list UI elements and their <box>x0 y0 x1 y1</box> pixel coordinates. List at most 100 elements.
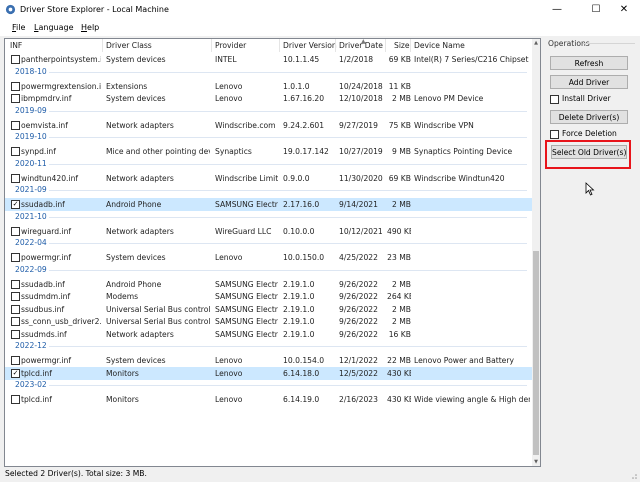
table-row[interactable]: synpd.inf Mice and other pointing devi...… <box>5 145 532 158</box>
row-checkbox[interactable] <box>11 226 20 236</box>
vertical-scrollbar[interactable]: ▲ ▼ <box>532 39 540 466</box>
table-row[interactable]: windtun420.inf Network adapters Windscribe… <box>5 172 532 185</box>
table-row[interactable]: wireguard.inf Network adapters WireGuard L… <box>5 225 532 238</box>
row-checkbox[interactable] <box>11 94 20 103</box>
group-header[interactable]: 2019-09 <box>15 106 47 115</box>
table-row[interactable]: ssudmds.inf Network adapters SAMSUNG Elect… <box>5 328 532 341</box>
driver-date-cell: 4/25/2022 <box>339 253 378 262</box>
column-provider[interactable]: Provider <box>215 41 246 50</box>
scroll-up-icon[interactable]: ▲ <box>532 39 540 47</box>
row-checkbox[interactable]: ✓ <box>11 368 20 378</box>
group-divider <box>49 216 527 218</box>
menu-bar: File Language Help <box>0 20 640 36</box>
row-checkbox[interactable] <box>11 173 20 183</box>
row-checkbox[interactable] <box>11 317 20 326</box>
table-row[interactable]: ssudadb.inf Android Phone SAMSUNG Electr..… <box>5 278 532 291</box>
group-header[interactable]: 2022-04 <box>15 238 47 247</box>
group-header[interactable]: 2023-02 <box>15 380 47 389</box>
scroll-down-icon[interactable]: ▼ <box>532 458 540 466</box>
row-checkbox[interactable] <box>11 147 20 156</box>
refresh-label: Refresh <box>574 59 604 68</box>
menu-language[interactable]: Language <box>34 23 74 32</box>
table-row[interactable]: powermgrextension.inf Extensions Lenovo 1.0… <box>5 80 532 93</box>
table-row[interactable]: powermgr.inf System devices Lenovo 10.0.154… <box>5 354 532 367</box>
driver-list[interactable]: INF Driver Class Provider Driver Version… <box>4 38 541 467</box>
column-divider[interactable] <box>410 39 411 52</box>
refresh-button[interactable]: Refresh <box>550 56 628 70</box>
group-divider <box>49 110 527 112</box>
table-row[interactable]: tplcd.inf Monitors Lenovo 6.14.19.0 2/16/202… <box>5 393 532 406</box>
size-cell: 9 MB <box>391 147 411 156</box>
row-checkbox[interactable] <box>11 279 20 289</box>
provider-cell: SAMSUNG Electr... <box>215 317 278 326</box>
driver-version-cell: 1.67.16.20 <box>283 94 325 103</box>
driver-version-cell: 9.24.2.601 <box>283 120 325 130</box>
driver-version-cell: 1.0.1.0 <box>283 81 310 91</box>
column-divider[interactable] <box>385 39 386 52</box>
table-row[interactable]: ss_conn_usb_driver2.inf Universal Serial … <box>5 315 532 328</box>
size-cell: 22 MB <box>387 356 411 365</box>
group-header[interactable]: 2019-10 <box>15 132 47 141</box>
row-checkbox[interactable]: ✓ <box>11 200 20 209</box>
resize-grip-icon[interactable] <box>630 472 638 480</box>
driver-date-cell: 11/30/2020 <box>339 173 383 183</box>
delete-drivers-button[interactable]: Delete Driver(s) <box>550 110 628 124</box>
install-driver-checkbox[interactable] <box>550 95 559 104</box>
table-row[interactable]: pantherpointsystem.inf System devices INTE… <box>5 53 532 66</box>
column-driver-class[interactable]: Driver Class <box>106 41 152 50</box>
table-row[interactable]: ibmpmdrv.inf System devices Lenovo 1.67.16.… <box>5 92 532 105</box>
column-device-name[interactable]: Device Name <box>414 41 465 50</box>
group-header[interactable]: 2022-09 <box>15 265 47 274</box>
menu-file[interactable]: File <box>12 23 25 32</box>
size-cell: 16 KB <box>388 329 411 339</box>
row-checkbox[interactable] <box>11 356 20 365</box>
table-row[interactable]: ✓ tplcd.inf Monitors Lenovo 6.14.18.0 12/5/20… <box>5 366 532 380</box>
provider-cell: Windscribe.com <box>215 120 276 130</box>
size-cell: 69 KB <box>388 55 411 64</box>
row-checkbox[interactable] <box>11 395 20 404</box>
row-checkbox[interactable] <box>11 81 20 91</box>
force-deletion-checkbox[interactable] <box>550 130 559 139</box>
driver-class-cell: Android Phone <box>106 200 162 209</box>
group-header[interactable]: 2018-10 <box>15 67 47 76</box>
table-row[interactable]: ssudmdm.inf Modems SAMSUNG Electr... 2.19.1… <box>5 290 532 303</box>
driver-version-cell: 2.19.1.0 <box>283 317 315 326</box>
size-cell: 2 MB <box>391 200 411 209</box>
row-checkbox[interactable] <box>11 55 20 64</box>
table-row[interactable]: oemvista.inf Network adapters Windscribe.c… <box>5 119 532 132</box>
row-checkbox[interactable] <box>11 292 20 301</box>
minimize-button[interactable]: — <box>541 0 573 20</box>
column-divider[interactable] <box>335 39 336 52</box>
driver-date-cell: 12/1/2022 <box>339 356 378 365</box>
window-title: Driver Store Explorer - Local Machine <box>20 5 169 14</box>
group-header[interactable]: 2020-11 <box>15 159 47 168</box>
inf-cell: wireguard.inf <box>21 226 72 236</box>
close-button[interactable]: ✕ <box>608 0 640 20</box>
column-divider[interactable] <box>211 39 212 52</box>
size-cell: 430 KB <box>387 395 411 404</box>
column-divider[interactable] <box>102 39 103 52</box>
status-text: Selected 2 Driver(s). Total size: 3 MB. <box>5 469 147 478</box>
row-checkbox[interactable] <box>11 120 20 130</box>
group-header[interactable]: 2021-10 <box>15 212 47 221</box>
device-name-cell: Lenovo Power and Battery <box>414 356 514 365</box>
menu-help[interactable]: Help <box>81 23 99 32</box>
table-row[interactable]: ssudbus.inf Universal Serial Bus controll… <box>5 303 532 316</box>
column-size[interactable]: Size <box>394 41 410 50</box>
add-driver-button[interactable]: Add Driver <box>550 75 628 89</box>
driver-class-cell: Monitors <box>106 395 139 404</box>
row-checkbox[interactable] <box>11 253 20 262</box>
table-row[interactable]: powermgr.inf System devices Lenovo 10.0.150… <box>5 251 532 264</box>
table-row[interactable]: ✓ ssudadb.inf Android Phone SAMSUNG Electr.… <box>5 198 532 211</box>
row-checkbox[interactable] <box>11 329 20 339</box>
row-checkbox[interactable] <box>11 304 20 314</box>
driver-version-cell: 2.17.16.0 <box>283 200 320 209</box>
column-divider[interactable] <box>279 39 280 52</box>
driver-date-cell: 9/26/2022 <box>339 329 378 339</box>
inf-cell: tplcd.inf <box>21 368 52 378</box>
group-header[interactable]: 2021-09 <box>15 185 47 194</box>
column-driver-version[interactable]: Driver Version <box>283 41 337 50</box>
column-inf[interactable]: INF <box>10 41 22 50</box>
group-header[interactable]: 2022-12 <box>15 341 47 350</box>
scrollbar-thumb[interactable] <box>533 251 539 455</box>
